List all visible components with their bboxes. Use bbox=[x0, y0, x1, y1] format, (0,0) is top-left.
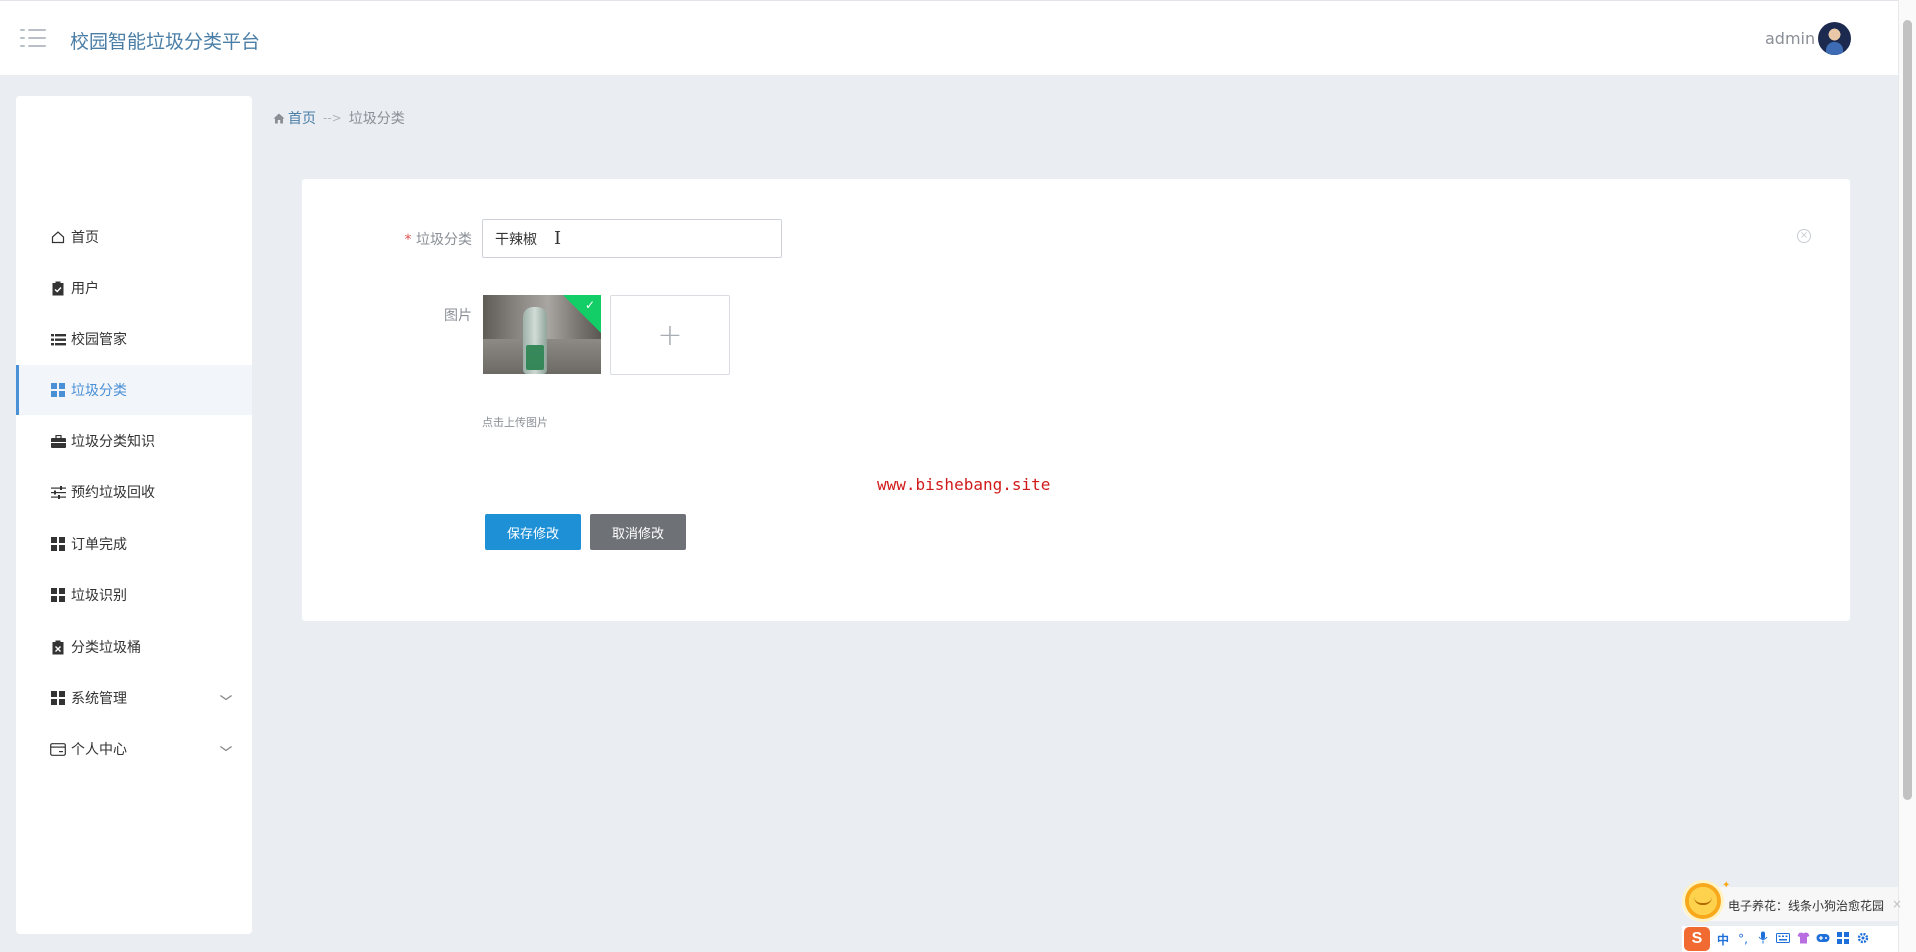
plus-icon: + bbox=[657, 317, 683, 353]
upload-hint: 点击上传图片 bbox=[482, 416, 548, 429]
chevron-down-icon[interactable] bbox=[219, 741, 233, 755]
clipboard-check-icon bbox=[49, 279, 67, 297]
breadcrumb-home-label: 首页 bbox=[288, 111, 316, 127]
sidebar-item-campus-butler[interactable]: 校园管家 bbox=[16, 314, 252, 364]
image-label: 图片 bbox=[444, 308, 472, 324]
sidebar-item-label: 校园管家 bbox=[71, 332, 127, 348]
sidebar-item-label: 个人中心 bbox=[71, 742, 127, 758]
sidebar-item-home[interactable]: 首页 bbox=[16, 212, 252, 262]
sidebar-item-system-management[interactable]: 系统管理 bbox=[16, 673, 252, 723]
sun-mascot-icon bbox=[1685, 883, 1721, 919]
sliders-icon bbox=[49, 483, 67, 501]
upload-success-badge bbox=[563, 295, 601, 333]
settings-gear-icon[interactable] bbox=[1856, 932, 1870, 947]
text-cursor-icon: I bbox=[554, 228, 562, 249]
scrollbar-thumb[interactable] bbox=[1903, 20, 1912, 800]
grid-icon bbox=[49, 381, 67, 399]
briefcase-icon bbox=[49, 432, 67, 450]
microphone-icon[interactable] bbox=[1756, 931, 1770, 947]
vertical-scrollbar[interactable] bbox=[1898, 0, 1916, 952]
sidebar-item-label: 分类垃圾桶 bbox=[71, 640, 141, 656]
chevron-down-icon[interactable] bbox=[219, 690, 233, 704]
avatar[interactable] bbox=[1818, 22, 1851, 55]
sidebar-item-label: 系统管理 bbox=[71, 691, 127, 707]
list-icon bbox=[49, 330, 67, 348]
sidebar-item-label: 垃圾分类 bbox=[71, 383, 127, 399]
cancel-button[interactable]: 取消修改 bbox=[590, 514, 686, 550]
uploaded-image-thumbnail[interactable]: ✓ bbox=[483, 295, 601, 374]
card-icon bbox=[49, 740, 67, 758]
category-label: * 垃圾分类 bbox=[404, 232, 472, 248]
sidebar-item-label: 垃圾识别 bbox=[71, 588, 127, 604]
edit-form-panel: × * 垃圾分类 I 图片 ✓ + 点击上传图片 www.bishebang.s… bbox=[302, 179, 1850, 621]
home-icon bbox=[49, 228, 67, 246]
sidebar: 首页 用户 校园管家 垃圾分类 垃圾分类知识 预约垃圾回收 订单完成 垃圾识别 … bbox=[16, 96, 252, 934]
sidebar-item-label: 用户 bbox=[71, 281, 99, 297]
save-button[interactable]: 保存修改 bbox=[485, 514, 581, 550]
sidebar-item-label: 预约垃圾回收 bbox=[71, 485, 155, 501]
sidebar-item-label: 垃圾分类知识 bbox=[71, 434, 155, 450]
close-icon[interactable]: × bbox=[1797, 229, 1811, 243]
toolbox-grid-icon[interactable] bbox=[1836, 931, 1850, 947]
breadcrumb-current: 垃圾分类 bbox=[348, 111, 405, 127]
upload-image-button[interactable]: + bbox=[610, 295, 730, 375]
sidebar-item-users[interactable]: 用户 bbox=[16, 263, 252, 313]
breadcrumb-separator: --> bbox=[323, 111, 342, 125]
sparkle-icon: ✦ bbox=[1722, 880, 1731, 891]
sidebar-item-booking-recycle[interactable]: 预约垃圾回收 bbox=[16, 467, 252, 517]
grid-icon bbox=[49, 586, 67, 604]
watermark-text: www.bishebang.site bbox=[877, 475, 1051, 494]
sidebar-item-label: 订单完成 bbox=[71, 537, 127, 553]
ime-popup-text[interactable]: 电子养花：线条小狗治愈花园 bbox=[1728, 897, 1884, 914]
sidebar-item-sorting-bins[interactable]: 分类垃圾桶 bbox=[16, 622, 252, 672]
ime-language-toggle[interactable]: 中 bbox=[1716, 931, 1730, 948]
check-icon: ✓ bbox=[584, 298, 595, 312]
sidebar-item-garbage-knowledge[interactable]: 垃圾分类知识 bbox=[16, 416, 252, 466]
user-name[interactable]: admin bbox=[1765, 29, 1815, 48]
sidebar-item-personal-center[interactable]: 个人中心 bbox=[16, 724, 252, 774]
required-mark: * bbox=[404, 232, 412, 248]
gamepad-icon[interactable] bbox=[1816, 932, 1830, 946]
sidebar-item-order-complete[interactable]: 订单完成 bbox=[16, 519, 252, 569]
grid-icon bbox=[49, 689, 67, 707]
keyboard-icon[interactable] bbox=[1776, 932, 1790, 946]
ime-toolbar: S 中 °, bbox=[1682, 926, 1898, 952]
ime-close-icon[interactable]: × bbox=[1892, 897, 1902, 911]
clipboard-x-icon bbox=[49, 638, 67, 656]
sidebar-item-garbage-recognition[interactable]: 垃圾识别 bbox=[16, 570, 252, 620]
category-input[interactable] bbox=[482, 219, 782, 258]
sidebar-item-garbage-category[interactable]: 垃圾分类 bbox=[16, 365, 252, 415]
skin-icon[interactable] bbox=[1796, 932, 1810, 947]
breadcrumb: 首页 --> 垃圾分类 bbox=[273, 108, 405, 128]
sidebar-item-label: 首页 bbox=[71, 230, 99, 246]
sogou-logo-icon[interactable]: S bbox=[1684, 927, 1710, 951]
grid-icon bbox=[49, 535, 67, 553]
app-title: 校园智能垃圾分类平台 bbox=[70, 31, 261, 53]
menu-toggle-icon[interactable] bbox=[20, 27, 48, 49]
ime-punctuation-toggle[interactable]: °, bbox=[1736, 932, 1750, 946]
top-header: 校园智能垃圾分类平台 admin bbox=[0, 0, 1898, 75]
breadcrumb-home[interactable]: 首页 bbox=[273, 108, 316, 128]
home-icon bbox=[273, 113, 285, 124]
